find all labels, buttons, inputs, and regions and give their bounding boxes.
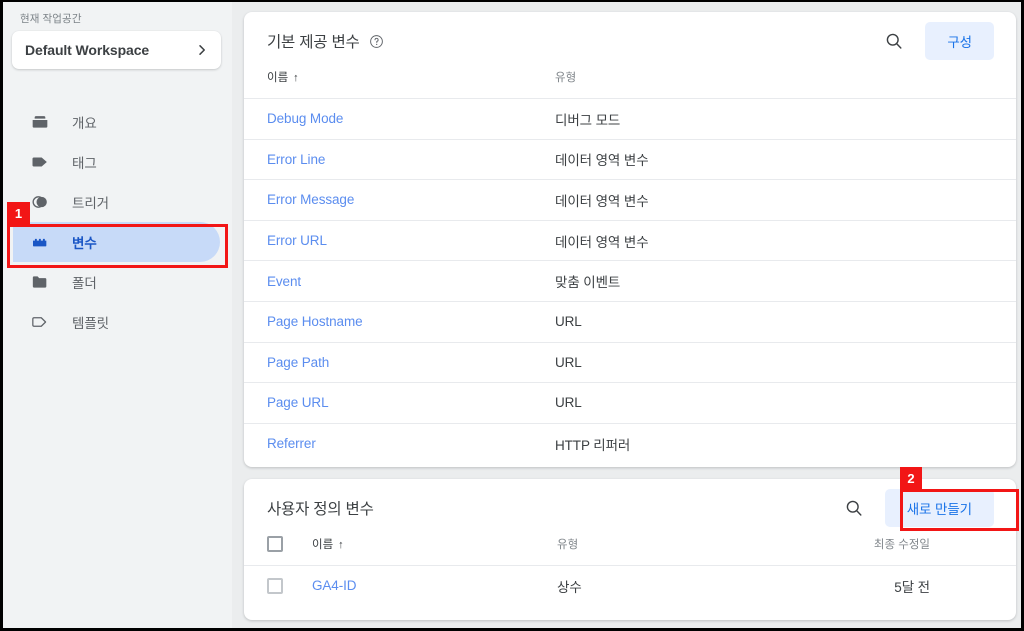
search-icon[interactable] [841,495,867,521]
sort-ascending-icon: ↑ [293,72,299,84]
help-circle-icon[interactable] [369,34,384,49]
table-row[interactable]: Error Line 데이터 영역 변수 [244,139,1016,180]
user-panel-title: 사용자 정의 변수 [267,500,374,518]
sidebar-item-label: 변수 [72,236,97,251]
variable-name-link[interactable]: Page Path [267,355,329,370]
variable-name-link[interactable]: Referrer [267,436,316,451]
column-header-name[interactable]: 이름 ↑ [244,69,555,99]
builtin-variables-table: 이름 ↑ 유형 Debug Mode 디버그 모드 Error Line 데이터 … [244,69,1016,463]
template-icon [30,312,50,332]
variable-icon [30,232,50,252]
variable-name-link[interactable]: Error Message [267,192,354,207]
table-row[interactable]: Referrer HTTP 리퍼러 [244,423,1016,463]
sort-ascending-icon: ↑ [338,539,344,551]
variable-type: 상수 [557,579,582,595]
variable-name-link[interactable]: Event [267,274,301,289]
sidebar-item-overview[interactable]: 개요 [13,102,220,142]
workspace-selector[interactable]: Default Workspace [12,31,221,69]
sidebar-item-label: 개요 [72,116,97,131]
builtin-variables-panel: 기본 제공 변수 구성 이름 ↑ 유형 Debug Mode 디버그 모드 Er… [244,12,1016,467]
column-header-modified[interactable]: 최종 수정일 [842,536,1016,566]
configure-button[interactable]: 구성 [925,21,994,60]
screenshot-root: 현재 작업공간 Default Workspace 개요 태그 트리거 변수 폴… [0,0,1024,631]
user-variables-panel: 사용자 정의 변수 새로 만들기 이름 ↑ 유형 최종 수정일 GA4-ID 상… [244,479,1016,620]
table-row[interactable]: Page Hostname URL [244,301,1016,342]
table-row[interactable]: Error Message 데이터 영역 변수 [244,179,1016,221]
table-row[interactable]: Page URL URL [244,382,1016,424]
table-row[interactable]: Page Path URL [244,342,1016,383]
table-row[interactable]: Error URL 데이터 영역 변수 [244,220,1016,261]
row-checkbox[interactable] [267,577,283,594]
sidebar-item-triggers[interactable]: 트리거 [13,182,220,222]
select-all-cell [244,536,312,566]
table-row[interactable]: GA4-ID 상수 5달 전 [244,565,1016,606]
variable-name-link[interactable]: Page Hostname [267,314,363,329]
folder-icon [30,272,50,292]
sidebar-item-label: 템플릿 [72,316,109,331]
variable-type: 데이터 영역 변수 [555,193,649,209]
sidebar-item-variables[interactable]: 변수 [13,222,220,262]
variable-type: 데이터 영역 변수 [555,234,649,250]
variable-type: URL [555,314,582,330]
column-header-name[interactable]: 이름 ↑ [312,536,557,566]
table-head: 이름 ↑ 유형 [244,69,1016,99]
variable-type: 맞춤 이벤트 [555,275,621,291]
sidebar-item-tags[interactable]: 태그 [13,142,220,182]
row-select-cell [244,566,312,606]
variable-type: URL [555,395,582,411]
variable-name-link[interactable]: Debug Mode [267,111,343,126]
overview-icon [30,112,50,132]
variable-name-link[interactable]: Error URL [267,233,327,248]
table-row[interactable]: Debug Mode 디버그 모드 [244,98,1016,140]
builtin-panel-title: 기본 제공 변수 [267,33,360,51]
search-icon[interactable] [881,28,907,54]
variable-name-link[interactable]: Error Line [267,152,325,167]
sidebar: 현재 작업공간 Default Workspace 개요 태그 트리거 변수 폴… [3,2,232,628]
app-window: 현재 작업공간 Default Workspace 개요 태그 트리거 변수 폴… [3,2,1021,628]
tag-icon [30,152,50,172]
sidebar-nav: 개요 태그 트리거 변수 폴더 템플릿 [3,102,232,342]
table-body: Debug Mode 디버그 모드 Error Line 데이터 영역 변수 E… [244,98,1016,464]
variable-type: URL [555,354,582,370]
column-header-type[interactable]: 유형 [557,536,842,566]
sidebar-item-templates[interactable]: 템플릿 [13,302,220,342]
user-panel-header: 사용자 정의 변수 새로 만들기 [244,479,1016,536]
trigger-icon [30,192,50,212]
variable-name-link[interactable]: Page URL [267,395,329,410]
builtin-panel-header: 기본 제공 변수 구성 [244,12,1016,69]
sidebar-item-label: 폴더 [72,276,97,291]
table-header-row: 이름 ↑ 유형 최종 수정일 [244,536,1016,566]
new-variable-button[interactable]: 새로 만들기 [884,488,994,527]
sidebar-item-folders[interactable]: 폴더 [13,262,220,302]
variable-name-link[interactable]: GA4-ID [312,578,357,593]
user-variables-table: 이름 ↑ 유형 최종 수정일 GA4-ID 상수 5달 전 [244,536,1016,606]
select-all-checkbox[interactable] [267,536,283,552]
table-head: 이름 ↑ 유형 최종 수정일 [244,536,1016,566]
sidebar-item-label: 태그 [72,156,97,171]
variable-type: 데이터 영역 변수 [555,153,649,169]
column-header-type[interactable]: 유형 [555,69,1016,99]
variable-modified: 5달 전 [894,579,930,595]
table-body: GA4-ID 상수 5달 전 [244,565,1016,606]
variable-type: HTTP 리퍼러 [555,437,631,453]
table-header-row: 이름 ↑ 유형 [244,69,1016,99]
sidebar-item-label: 트리거 [72,196,109,211]
workspace-label: 현재 작업공간 [20,13,82,25]
column-header-name-label: 이름 [312,539,334,551]
variable-type: 디버그 모드 [555,112,621,128]
chevron-right-icon [195,43,209,57]
column-header-name-label: 이름 [267,72,289,84]
table-row[interactable]: Event 맞춤 이벤트 [244,260,1016,302]
workspace-name: Default Workspace [25,42,150,58]
main-content: 기본 제공 변수 구성 이름 ↑ 유형 Debug Mode 디버그 모드 Er… [232,2,1021,628]
